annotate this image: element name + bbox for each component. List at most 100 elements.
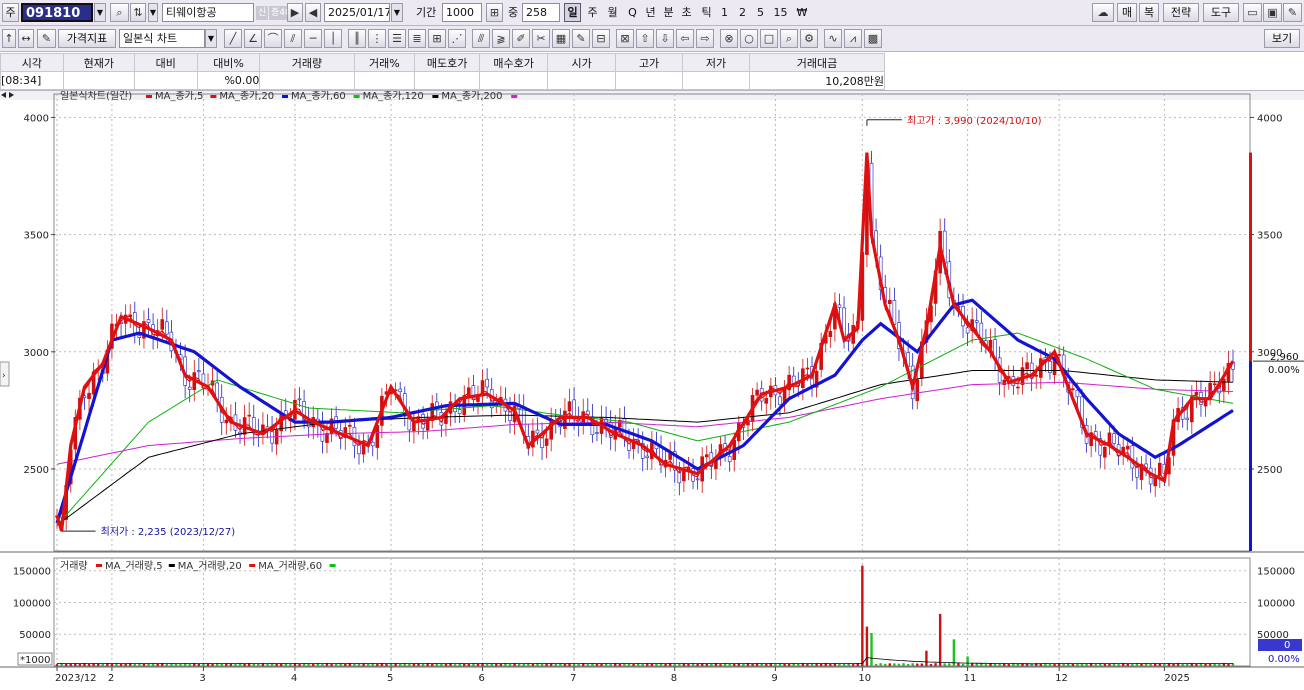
timeframe-10[interactable]: 2 [734, 3, 751, 22]
next-arrow-icon[interactable]: ▶ [287, 3, 303, 22]
zoom-icon[interactable]: ⌕ [780, 29, 798, 48]
volume-bar [975, 663, 978, 666]
shift-up-icon[interactable]: ⇧ [636, 29, 654, 48]
code-dropdown[interactable]: ▼ [94, 3, 106, 22]
save-icon[interactable]: ▣ [1263, 3, 1282, 22]
oscillator-icon[interactable]: ⩘ [844, 29, 862, 48]
timeframe-2[interactable]: 주 [584, 3, 601, 22]
arc-icon[interactable]: ⌒ [264, 29, 282, 48]
chart-type-select[interactable]: 일본식 차트 [119, 29, 205, 48]
palette-icon[interactable]: ▩ [864, 29, 882, 48]
fibonacci-icon[interactable]: ≣ [408, 29, 426, 48]
candle-body [567, 401, 572, 412]
expand-horizontal-icon[interactable]: ↔ [18, 29, 34, 48]
target-icon[interactable]: ⊗ [720, 29, 738, 48]
candle-body [915, 379, 920, 402]
trendline-icon[interactable]: ╱ [224, 29, 242, 48]
folder-icon[interactable]: ▭ [1243, 3, 1262, 22]
quote-header-10: 고가 [615, 53, 684, 72]
stock-name-field[interactable]: 티웨이항공 [162, 3, 254, 22]
volume-legend-swatch [168, 564, 175, 567]
view-button[interactable]: 보기 [1264, 29, 1300, 48]
xtick-label: 2 [108, 673, 114, 684]
candle-body [297, 398, 302, 401]
volume-bar [929, 663, 933, 666]
price-ytick-label: 4000 [24, 113, 49, 124]
timeframe-1[interactable]: 일 [564, 3, 581, 22]
candle-body [325, 433, 329, 443]
tools-button[interactable]: 도구 [1203, 3, 1239, 22]
stock-code-input[interactable]: 091810 [21, 3, 93, 22]
note-icon[interactable]: ✎ [572, 29, 590, 48]
pitchfork-icon[interactable]: ⫺ [492, 29, 510, 48]
timeframe-5[interactable]: 년 [642, 3, 659, 22]
volume-bar [957, 663, 960, 666]
settings-wrench-icon[interactable]: ✎ [1283, 3, 1302, 22]
timeframe-3[interactable]: 월 [604, 3, 621, 22]
quote-value-9 [547, 71, 617, 90]
volume-bar [952, 639, 956, 666]
timeframe-9[interactable]: 1 [716, 3, 733, 22]
chart-svg[interactable]: › 2500 25003000 30003500 35004000 40002,9600… [0, 90, 1304, 687]
channel-icon[interactable]: ⫻ [472, 29, 490, 48]
prev-arrow-icon[interactable]: ◀ [305, 3, 321, 22]
price-legend-item: MA_종가,5 [155, 91, 203, 102]
shift-down-icon[interactable]: ⇩ [656, 29, 674, 48]
circle-icon[interactable]: ○ [740, 29, 758, 48]
copy-button[interactable]: 복 [1139, 3, 1159, 22]
fan-line-icon[interactable]: ⫽ [284, 29, 302, 48]
text-lines-icon[interactable]: ☰ [388, 29, 406, 48]
period-input[interactable]: 1000 [442, 3, 482, 22]
cloud-icon[interactable]: ☁ [1092, 3, 1114, 22]
chart-area[interactable]: › 2500 2500 3000 3000 3500 3500 4000 4000 2,960 0… [0, 90, 1304, 687]
count-input[interactable]: 258 [522, 3, 560, 22]
timeframe-6[interactable]: 분 [660, 3, 677, 22]
rectangle-icon[interactable]: □ [760, 29, 778, 48]
candle-body [348, 424, 352, 427]
timeframe-13[interactable]: ₩ [792, 3, 812, 22]
market-button[interactable]: 주 [2, 3, 19, 22]
volume-bar [961, 663, 965, 666]
edit-icon[interactable]: ✎ [37, 29, 56, 48]
pencil-icon[interactable]: ✐ [512, 29, 530, 48]
candle-body [1112, 433, 1116, 444]
xtick-label: 7 [570, 673, 576, 684]
settings-icon[interactable]: ⚙ [800, 29, 818, 48]
grid-icon[interactable]: ⊞ [486, 3, 503, 22]
wave-icon[interactable]: ∿ [824, 29, 842, 48]
up-arrow-icon[interactable]: ↑ [2, 29, 16, 48]
timeframe-4[interactable]: Q [624, 3, 641, 22]
grid-tool-icon[interactable]: ⊞ [428, 29, 446, 48]
trade-button[interactable]: 매 [1117, 3, 1137, 22]
angle-line-icon[interactable]: ∠ [244, 29, 262, 48]
vertical-line-icon[interactable]: │ [324, 29, 342, 48]
timeframe-8[interactable]: 틱 [698, 3, 715, 22]
eraser-icon[interactable]: ✂ [532, 29, 550, 48]
color-fill-icon[interactable]: ▦ [552, 29, 570, 48]
shift-right-icon[interactable]: ⇨ [696, 29, 714, 48]
regression-line-icon[interactable]: ⋰ [448, 29, 466, 48]
volume-bar [1227, 663, 1230, 666]
date-input[interactable]: 2025/01/17 [324, 3, 390, 22]
search-icon[interactable]: ⌕ [110, 3, 129, 22]
right-scale-red-bar [1249, 152, 1252, 362]
bookmark-icon[interactable]: ⊠ [616, 29, 634, 48]
xtick-label: 4 [291, 673, 297, 684]
strategy-button[interactable]: 전략 [1163, 3, 1199, 22]
volume-bar [934, 663, 937, 666]
sort-icon[interactable]: ⇅ [130, 3, 146, 22]
timeframe-11[interactable]: 5 [752, 3, 769, 22]
chart-type-dropdown[interactable]: ▼ [205, 29, 217, 48]
timeframe-12[interactable]: 15 [772, 3, 789, 22]
parallel-line-icon[interactable]: ║ [348, 29, 366, 48]
date-dropdown[interactable]: ▼ [391, 3, 403, 22]
timeframe-7[interactable]: 초 [678, 3, 695, 22]
horizontal-line-icon[interactable]: ─ [304, 29, 322, 48]
sort-dropdown[interactable]: ▼ [148, 3, 158, 22]
xtick-label: 8 [671, 673, 677, 684]
volume-bar [353, 663, 356, 666]
delete-all-icon[interactable]: ⊟ [592, 29, 610, 48]
price-indicator-button[interactable]: 가격지표 [58, 29, 116, 48]
shift-left-icon[interactable]: ⇦ [676, 29, 694, 48]
dotted-line-icon[interactable]: ⋮ [368, 29, 386, 48]
